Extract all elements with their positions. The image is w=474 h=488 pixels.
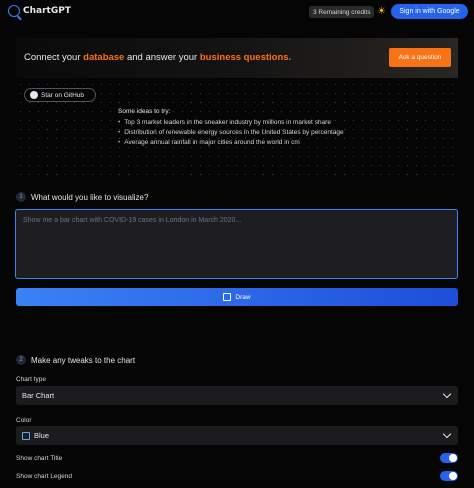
show-legend-row: Show chart Legend [16, 470, 458, 482]
step-2-number: 2 [16, 355, 26, 365]
chevron-down-icon [442, 389, 452, 399]
step-2-label: Make any tweaks to the chart [31, 355, 136, 365]
color-select[interactable]: Blue [16, 426, 458, 445]
credits-badge: 3 Remaining credits [309, 6, 375, 18]
chevron-down-icon [442, 429, 452, 439]
toggle-knob [449, 454, 457, 462]
hero-highlight-database: database [83, 52, 125, 63]
color-value: Blue [34, 431, 50, 440]
step-1-label: What would you like to visualize? [31, 192, 149, 202]
hero-banner: Connect your database and answer your bu… [16, 38, 458, 78]
show-legend-label: Show chart Legend [16, 472, 73, 480]
hero-highlight-business: business questions. [199, 52, 292, 63]
star-on-github-button[interactable]: Star on GitHub [24, 88, 96, 102]
ideas-title: Some ideas to try: [118, 108, 171, 115]
step-1-number: 1 [16, 192, 26, 202]
step-2-heading: 2 Make any tweaks to the chart [16, 355, 135, 365]
chart-type-label: Chart type [16, 376, 46, 383]
palette-icon [22, 431, 30, 440]
draw-button[interactable]: Draw [16, 288, 458, 306]
list-item[interactable]: • Top 3 market leaders in the sneaker ind… [118, 118, 344, 128]
github-icon [30, 91, 38, 99]
chart-type-select[interactable]: Bar Chart [16, 386, 458, 405]
show-title-toggle[interactable] [440, 453, 458, 463]
sign-in-button[interactable]: Sign in with Google [391, 4, 468, 19]
hero-text-middle: and answer your [124, 52, 200, 63]
app-name: ChartGPT [23, 6, 71, 16]
prompt-box [15, 209, 458, 279]
hero-text-prefix: Connect your [24, 52, 84, 63]
show-title-label: Show chart Title [16, 454, 63, 462]
show-legend-toggle[interactable] [440, 471, 458, 481]
ask-question-button[interactable]: Ask a question [389, 48, 451, 67]
logo[interactable]: ChartGPT [8, 5, 71, 17]
toggle-knob [449, 472, 457, 480]
star-on-github-label: Star on GitHub [41, 91, 84, 99]
show-title-row: Show chart Title [16, 452, 458, 464]
step-1-heading: 1 What would you like to visualize? [16, 192, 148, 202]
pencil-icon [223, 293, 232, 301]
top-bar: ChartGPT 3 Remaining credits ☀ Sign in w… [0, 0, 474, 24]
list-item[interactable]: • Distribution of renewable energy source… [118, 128, 344, 138]
prompt-input[interactable] [16, 210, 457, 278]
magnifier-logo-icon [8, 5, 20, 17]
ideas-list: Some ideas to try: • Top 3 market leaders… [118, 108, 344, 148]
draw-label: Draw [235, 293, 251, 301]
list-item[interactable]: • Average annual rainfall in major cities… [118, 138, 344, 148]
color-label: Color [16, 417, 32, 424]
sun-icon[interactable]: ☀ [376, 6, 387, 17]
hero-headline: Connect your database and answer your bu… [24, 52, 291, 63]
chart-type-value: Bar Chart [22, 391, 55, 400]
